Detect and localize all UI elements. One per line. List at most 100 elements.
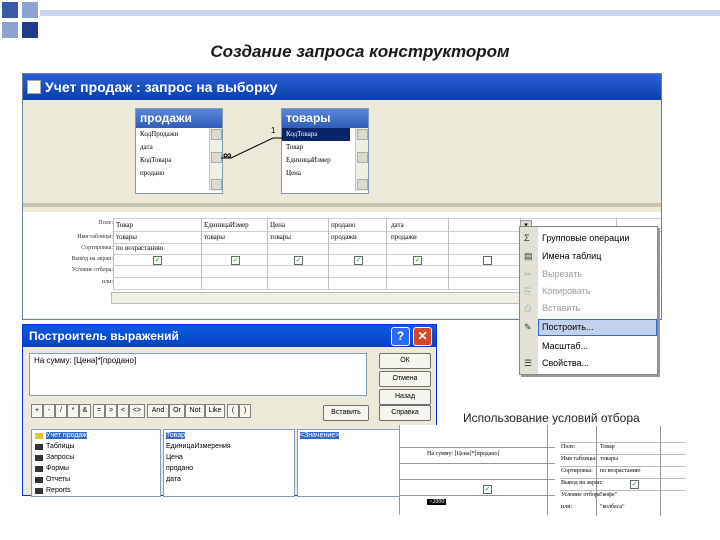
cancel-button[interactable]: Отмена: [379, 371, 431, 387]
ok-button[interactable]: ОК: [379, 353, 431, 369]
close-icon[interactable]: ✕: [413, 327, 432, 346]
query-window-titlebar[interactable]: Учет продаж : запрос на выборку: [23, 74, 661, 100]
snippet-label: Условие отбора:: [561, 492, 603, 498]
grid-field-cell[interactable]: Товар: [116, 221, 198, 229]
grid-sort-cell[interactable]: по возрастанию: [116, 244, 198, 252]
fields-list[interactable]: Товар ЕдиницаИзмерения Цена продано дата: [163, 429, 295, 497]
scrollbar[interactable]: [355, 128, 368, 191]
objects-list[interactable]: Учет продаж Таблицы Запросы Формы Отчеты…: [31, 429, 161, 497]
operator-button[interactable]: *: [67, 404, 79, 418]
folder-icon: [35, 488, 43, 494]
query-window-title: Учет продаж : запрос на выборку: [45, 79, 278, 95]
context-menu: Σ Групповые операции ▤ Имена таблиц ✂ Вы…: [519, 226, 658, 375]
operator-button[interactable]: <: [117, 404, 129, 418]
table-field[interactable]: Цена: [282, 167, 350, 180]
show-checkbox[interactable]: ✓: [354, 256, 363, 265]
show-checkbox[interactable]: ✓: [413, 256, 422, 265]
menu-item-totals[interactable]: Групповые операции: [542, 233, 629, 243]
grid-table-cell[interactable]: продажи: [331, 233, 383, 241]
expression-builder-titlebar[interactable]: Построитель выражений ? ✕: [23, 325, 436, 347]
list-item[interactable]: Формы: [46, 465, 69, 472]
grid-table-cell[interactable]: товары: [270, 233, 325, 241]
paste-button[interactable]: Вставить: [323, 405, 369, 421]
cut-icon: ✂: [524, 269, 532, 279]
snippet-label: или:: [561, 504, 573, 510]
decor-square-1: [2, 2, 18, 18]
list-item[interactable]: дата: [166, 476, 181, 483]
operator-button[interactable]: /: [55, 404, 67, 418]
table-header[interactable]: продажи: [136, 109, 222, 128]
operator-button[interactable]: <>: [129, 404, 145, 418]
menu-item-cut[interactable]: Вырезать: [542, 269, 582, 279]
snippet-field: На сумму: [Цена]*[продано]: [427, 451, 500, 457]
grid-field-cell[interactable]: продано: [331, 221, 383, 229]
help-icon[interactable]: ?: [391, 327, 410, 346]
menu-item-zoom[interactable]: Масштаб...: [542, 341, 588, 351]
table-field[interactable]: продано: [136, 167, 204, 180]
list-item[interactable]: ЕдиницаИзмерения: [166, 443, 231, 450]
menu-item-copy[interactable]: Копировать: [542, 286, 590, 296]
operator-button[interactable]: And: [147, 404, 169, 418]
expression-builder-title: Построитель выражений: [29, 329, 179, 343]
folder-icon: [35, 477, 43, 483]
list-item[interactable]: Цена: [166, 454, 183, 461]
show-checkbox[interactable]: ✓: [294, 256, 303, 265]
operator-button[interactable]: Or: [169, 404, 185, 418]
grid-table-cell[interactable]: товары: [204, 233, 264, 241]
list-item[interactable]: Reports: [46, 487, 71, 494]
criteria-snippet-1: На сумму: [Цена]*[продано] ✓ >2000: [399, 425, 557, 515]
table-field[interactable]: ЕдиницаИзмер: [282, 154, 350, 167]
table-field[interactable]: КодТовара: [136, 154, 204, 167]
table-field[interactable]: дата: [136, 141, 204, 154]
decor-square-3: [2, 22, 18, 38]
row-label-sort: Сортировка:: [81, 245, 113, 251]
operator-button[interactable]: (: [227, 404, 239, 418]
show-checkbox[interactable]: ✓: [231, 256, 240, 265]
grid-table-cell[interactable]: товары: [116, 233, 198, 241]
table-field[interactable]: КодТовара: [282, 128, 350, 141]
table-field[interactable]: КодПродажи: [136, 128, 204, 141]
menu-icon-strip: [520, 227, 538, 374]
decor-bar: [40, 10, 720, 16]
table-box-tovary[interactable]: товары КодТовара Товар ЕдиницаИзмер Цена: [281, 108, 369, 194]
operator-button[interactable]: Not: [185, 404, 205, 418]
list-item[interactable]: Отчеты: [46, 476, 70, 483]
menu-item-table-names[interactable]: Имена таблиц: [542, 251, 601, 261]
show-checkbox[interactable]: [483, 256, 492, 265]
row-label-show: Вывод на экран:: [71, 256, 113, 262]
query-icon: [27, 80, 41, 94]
list-item[interactable]: продано: [166, 465, 193, 472]
grid-field-cell[interactable]: дата: [391, 221, 445, 229]
table-box-prodazhi[interactable]: продажи КодПродажи дата КодТовара продан…: [135, 108, 223, 194]
list-item[interactable]: <Значение>: [300, 432, 340, 439]
operator-button[interactable]: +: [31, 404, 43, 418]
undo-button[interactable]: Назад: [379, 389, 431, 405]
snippet-value: товары: [600, 456, 618, 462]
menu-item-properties[interactable]: Свойства...: [542, 358, 589, 368]
grid-field-cell[interactable]: Цена: [270, 221, 325, 229]
folder-icon: [35, 455, 43, 461]
table-header[interactable]: товары: [282, 109, 368, 128]
operator-button[interactable]: =: [93, 404, 105, 418]
row-label-or: или:: [101, 279, 113, 285]
grid-field-cell[interactable]: ЕдиницаИзмер: [204, 221, 264, 229]
list-item[interactable]: Учет продаж: [46, 432, 87, 439]
help-button[interactable]: Справка: [379, 405, 431, 421]
grid-table-cell[interactable]: продажи: [391, 233, 445, 241]
operator-button[interactable]: &: [79, 404, 91, 418]
menu-item-paste[interactable]: Вставить: [542, 303, 580, 313]
show-checkbox: ✓: [630, 480, 639, 489]
operator-button[interactable]: >: [105, 404, 117, 418]
pane-splitter[interactable]: [23, 203, 661, 207]
show-checkbox[interactable]: ✓: [153, 256, 162, 265]
table-field[interactable]: Товар: [282, 141, 350, 154]
expression-input[interactable]: На сумму: [Цена]*[продано]: [29, 353, 367, 396]
operator-button[interactable]: ): [239, 404, 251, 418]
operator-button[interactable]: Like: [205, 404, 225, 418]
list-item[interactable]: Таблицы: [46, 443, 75, 450]
sum-icon: Σ: [524, 233, 530, 243]
list-item[interactable]: Товар: [166, 432, 186, 439]
list-item[interactable]: Запросы: [46, 454, 74, 461]
menu-item-build[interactable]: Построить...: [542, 322, 593, 332]
operator-button[interactable]: -: [43, 404, 55, 418]
